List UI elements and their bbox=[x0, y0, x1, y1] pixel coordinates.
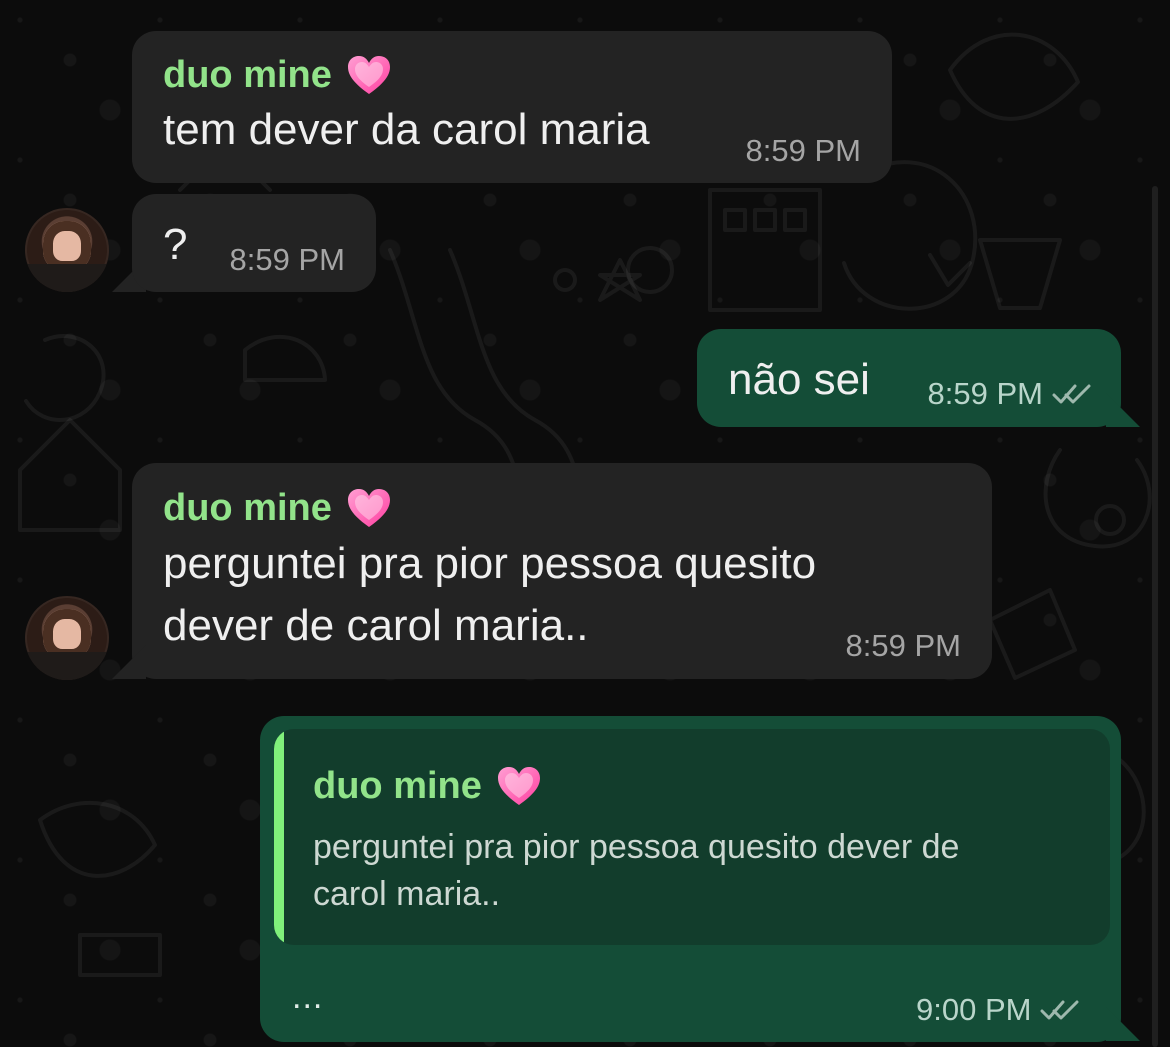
incoming-message-3[interactable]: duo mine perguntei pra pior pessoa quesi… bbox=[132, 463, 992, 679]
message-time: 9:00 PM bbox=[916, 992, 1032, 1027]
avatar[interactable] bbox=[25, 208, 109, 292]
message-time: 8:59 PM bbox=[845, 628, 961, 663]
message-status-time: 9:00 PM bbox=[916, 994, 1081, 1025]
message-text: perguntei pra pior pessoa quesito dever … bbox=[163, 539, 817, 651]
message-text: tem dever da carol maria bbox=[163, 105, 650, 154]
heart-icon bbox=[347, 489, 390, 527]
sender-name: duo mine bbox=[163, 54, 392, 96]
message-status-time: 8:59 PM bbox=[928, 378, 1093, 409]
avatar[interactable] bbox=[25, 596, 109, 680]
reply-text: perguntei pra pior pessoa quesito dever … bbox=[313, 828, 960, 913]
double-check-icon bbox=[1040, 1000, 1079, 1019]
reply-sender-label: duo mine bbox=[313, 765, 482, 807]
outgoing-message-1[interactable]: não sei 8:59 PM bbox=[697, 329, 1121, 427]
incoming-message-1[interactable]: duo mine tem dever da carol maria 8:59 P… bbox=[132, 31, 892, 183]
reply-preview[interactable]: duo mine perguntei pra pior pessoa quesi… bbox=[274, 729, 1110, 945]
message-text: ? bbox=[163, 220, 188, 269]
reply-sender-name: duo mine bbox=[313, 765, 542, 807]
message-time: 8:59 PM bbox=[229, 242, 345, 277]
double-check-icon bbox=[1052, 384, 1091, 403]
sender-name: duo mine bbox=[163, 487, 392, 529]
message-text: não sei bbox=[728, 355, 870, 404]
incoming-message-2[interactable]: ? 8:59 PM bbox=[132, 194, 376, 292]
reply-accent-bar bbox=[274, 729, 284, 945]
message-time: 8:59 PM bbox=[745, 133, 861, 168]
heart-icon bbox=[497, 767, 540, 805]
sender-name-label: duo mine bbox=[163, 487, 332, 529]
heart-icon bbox=[347, 56, 390, 94]
message-body-ellipsis: ... bbox=[292, 978, 324, 1016]
sender-name-label: duo mine bbox=[163, 54, 332, 96]
scrollbar[interactable] bbox=[1152, 186, 1158, 1047]
message-time: 8:59 PM bbox=[927, 376, 1043, 411]
